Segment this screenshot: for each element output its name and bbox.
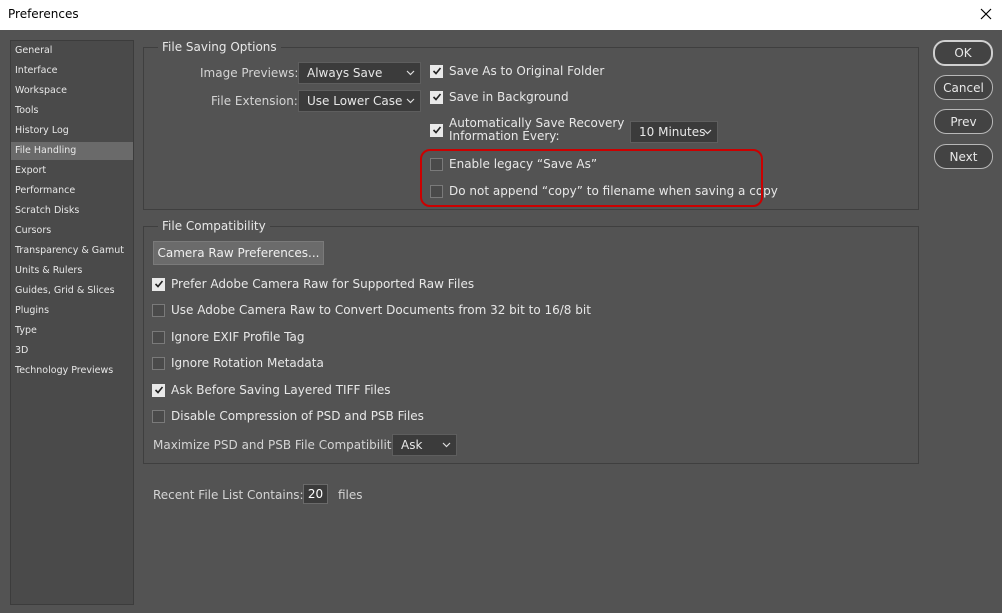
recent-file-count-input[interactable]: 20 (303, 484, 328, 504)
camera-raw-convert-32bit-checkbox[interactable]: Use Adobe Camera Raw to Convert Document… (152, 303, 591, 317)
sidebar-item-file-handling[interactable]: File Handling (11, 142, 133, 160)
save-as-original-folder-checkbox[interactable]: Save As to Original Folder (430, 64, 604, 78)
auto-save-label-line2: Information Every: (449, 129, 560, 143)
file-extension-label: File Extension: (211, 94, 298, 108)
checkbox-unchecked-icon (152, 356, 165, 370)
ignore-exif-profile-label: Ignore EXIF Profile Tag (171, 330, 305, 344)
ok-button[interactable]: OK (933, 40, 993, 66)
checkbox-checked-icon (430, 64, 443, 78)
next-button[interactable]: Next (934, 144, 993, 169)
image-previews-label: Image Previews: (200, 66, 299, 80)
maximize-compatibility-select[interactable]: Ask (392, 434, 457, 456)
preferences-sidebar: General Interface Workspace Tools Histor… (10, 40, 134, 605)
chevron-down-icon (440, 436, 452, 454)
chevron-down-icon (404, 64, 416, 82)
camera-raw-preferences-button[interactable]: Camera Raw Preferences... (153, 241, 324, 265)
ignore-exif-profile-checkbox[interactable]: Ignore EXIF Profile Tag (152, 330, 304, 344)
ignore-rotation-metadata-label: Ignore Rotation Metadata (171, 356, 324, 370)
sidebar-item-plugins[interactable]: Plugins (11, 302, 133, 320)
sidebar-item-scratch-disks[interactable]: Scratch Disks (11, 202, 133, 220)
sidebar-item-history-log[interactable]: History Log (11, 122, 133, 140)
auto-save-recovery-checkbox[interactable]: Automatically Save Recovery Information … (430, 117, 624, 143)
sidebar-item-type[interactable]: Type (11, 322, 133, 340)
prev-button[interactable]: Prev (934, 109, 993, 134)
recent-file-suffix: files (338, 488, 363, 502)
checkbox-unchecked-icon (152, 303, 165, 317)
file-extension-value: Use Lower Case (307, 94, 403, 108)
image-previews-select[interactable]: Always Save (298, 62, 421, 84)
save-in-background-checkbox[interactable]: Save in Background (430, 90, 569, 104)
save-in-background-label: Save in Background (449, 90, 569, 104)
close-icon[interactable] (976, 4, 996, 24)
checkbox-checked-icon (152, 277, 165, 291)
ask-before-saving-tiff-label: Ask Before Saving Layered TIFF Files (171, 383, 391, 397)
chevron-down-icon (404, 92, 416, 110)
image-previews-value: Always Save (307, 66, 383, 80)
title-bar: Preferences (0, 0, 1002, 30)
sidebar-item-performance[interactable]: Performance (11, 182, 133, 200)
checkbox-checked-icon (152, 383, 165, 397)
file-saving-options-heading: File Saving Options (158, 40, 281, 54)
sidebar-item-tools[interactable]: Tools (11, 102, 133, 120)
chevron-down-icon (701, 123, 713, 141)
save-as-original-folder-label: Save As to Original Folder (449, 64, 605, 78)
sidebar-item-export[interactable]: Export (11, 162, 133, 180)
sidebar-item-general[interactable]: General (11, 42, 133, 60)
sidebar-item-transparency-gamut[interactable]: Transparency & Gamut (11, 242, 133, 260)
maximize-compatibility-value: Ask (401, 438, 423, 452)
auto-save-recovery-label: Automatically Save Recovery Information … (449, 117, 624, 143)
file-compatibility-heading: File Compatibility (158, 219, 270, 233)
ignore-rotation-metadata-checkbox[interactable]: Ignore Rotation Metadata (152, 356, 324, 370)
maximize-compatibility-label: Maximize PSD and PSB File Compatibility: (153, 438, 402, 452)
prefer-camera-raw-label: Prefer Adobe Camera Raw for Supported Ra… (171, 277, 475, 291)
sidebar-item-workspace[interactable]: Workspace (11, 82, 133, 100)
disable-psd-compression-label: Disable Compression of PSD and PSB Files (171, 409, 424, 423)
auto-save-interval-select[interactable]: 10 Minutes (630, 121, 718, 143)
sidebar-item-cursors[interactable]: Cursors (11, 222, 133, 240)
window-title: Preferences (8, 7, 79, 21)
checkbox-unchecked-icon (152, 409, 165, 423)
checkbox-checked-icon (430, 123, 443, 137)
ask-before-saving-tiff-checkbox[interactable]: Ask Before Saving Layered TIFF Files (152, 383, 391, 397)
sidebar-item-3d[interactable]: 3D (11, 342, 133, 360)
sidebar-item-guides-grid-slices[interactable]: Guides, Grid & Slices (11, 282, 133, 300)
sidebar-item-technology-previews[interactable]: Technology Previews (11, 362, 133, 380)
auto-save-interval-value: 10 Minutes (639, 125, 706, 139)
checkbox-checked-icon (430, 90, 443, 104)
sidebar-item-interface[interactable]: Interface (11, 62, 133, 80)
cancel-button[interactable]: Cancel (934, 75, 993, 100)
prefer-camera-raw-checkbox[interactable]: Prefer Adobe Camera Raw for Supported Ra… (152, 277, 474, 291)
sidebar-item-units-rulers[interactable]: Units & Rulers (11, 262, 133, 280)
auto-save-label-line1: Automatically Save Recovery (449, 116, 625, 130)
camera-raw-convert-32bit-label: Use Adobe Camera Raw to Convert Document… (171, 303, 591, 317)
checkbox-unchecked-icon (152, 330, 165, 344)
red-highlight-outline (420, 149, 763, 207)
file-extension-select[interactable]: Use Lower Case (298, 90, 421, 112)
disable-psd-compression-checkbox[interactable]: Disable Compression of PSD and PSB Files (152, 409, 424, 423)
recent-file-list-label: Recent File List Contains: (153, 488, 304, 502)
